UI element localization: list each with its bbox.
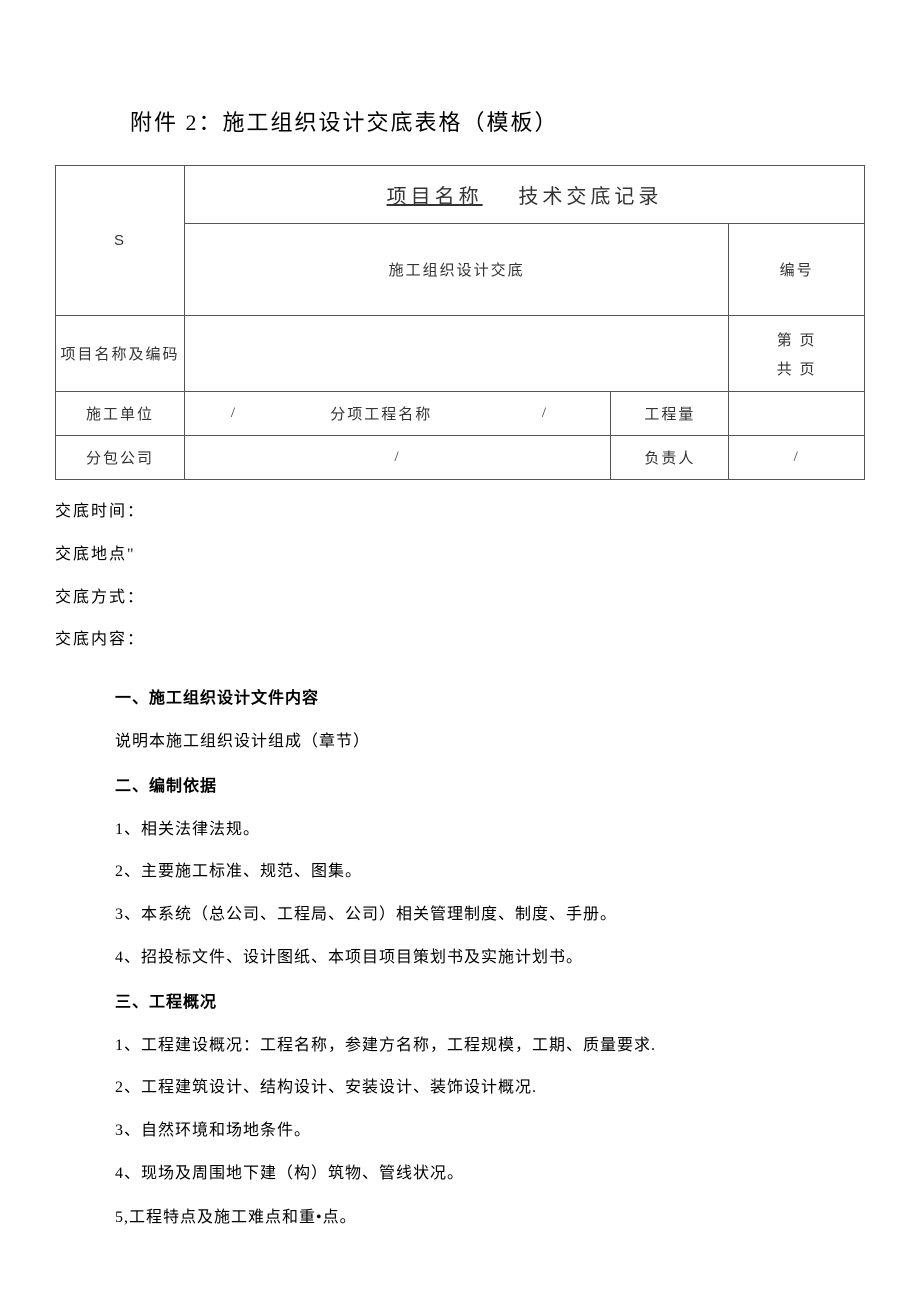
- section-heading: 三、工程概况: [115, 989, 865, 1018]
- construction-unit-label: 施工单位: [56, 392, 185, 436]
- page-current-label: 第 页: [731, 329, 862, 350]
- body-section: 一、施工组织设计文件内容说明本施工组织设计组成（章节） 二、编制依据 1、相关法律法…: [55, 685, 865, 1189]
- section-paragraph: 1、工程建设概况：工程名称，参建方名称，工程规模，工期、质量要求.: [115, 1032, 865, 1061]
- form-table: S 项目名称 技术交底记录 施工组织设计交底 编号 项目名称及编码 第 页 共 …: [55, 165, 865, 480]
- disclosure-body: 交底内容：: [55, 622, 865, 659]
- owner-label: 负责人: [611, 436, 729, 480]
- disclosure-mode: 交底方式：: [55, 580, 865, 617]
- section-paragraph: 3、本系统（总公司、工程局、公司）相关管理制度、制度、手册。: [115, 901, 865, 930]
- disclosure-time: 交底时间：: [55, 494, 865, 531]
- quantity-label: 工程量: [611, 392, 729, 436]
- content-lines: 交底时间： 交底地点" 交底方式： 交底内容：: [55, 494, 865, 659]
- serial-label: 编号: [729, 224, 865, 316]
- header-cell: 项目名称 技术交底记录: [184, 166, 864, 224]
- section-paragraph: 说明本施工组织设计组成（章节）: [115, 728, 865, 757]
- section-paragraph: 3、自然环境和场地条件。: [115, 1117, 865, 1146]
- subtitle-cell: 施工组织设计交底: [184, 224, 728, 316]
- section-heading: 二、编制依据: [115, 773, 865, 802]
- page-info: 第 页 共 页: [729, 316, 865, 392]
- quantity-value: [729, 392, 865, 436]
- section-paragraph: 2、工程建筑设计、结构设计、安装设计、装饰设计概况.: [115, 1074, 865, 1103]
- record-label: 技术交底记录: [518, 186, 662, 208]
- subcontractor-label: 分包公司: [56, 436, 185, 480]
- construction-unit-slash2: /: [480, 392, 611, 436]
- section-heading: 一、施工组织设计文件内容: [115, 685, 865, 714]
- subproject-label: 分项工程名称: [283, 392, 480, 436]
- disclosure-place: 交底地点": [55, 537, 865, 574]
- subcontractor-value: /: [184, 436, 610, 480]
- section-paragraph: 4、招投标文件、设计图纸、本项目项目策划书及实施计划书。: [115, 944, 865, 973]
- section-paragraph: 1、相关法律法规。: [115, 816, 865, 845]
- owner-value: /: [729, 436, 865, 480]
- logo-icon: S: [56, 166, 185, 316]
- project-code-label: 项目名称及编码: [56, 316, 185, 392]
- after-note: 5,工程特点及施工难点和重•点。: [55, 1203, 865, 1227]
- page-total-label: 共 页: [731, 358, 862, 379]
- project-code-value: [184, 316, 728, 392]
- section-paragraph: 4、现场及周围地下建（构）筑物、管线状况。: [115, 1160, 865, 1189]
- document-title: 附件 2：施工组织设计交底表格（模板）: [130, 105, 865, 137]
- project-name-label: 项目名称: [387, 186, 483, 208]
- section-paragraph: 2、主要施工标准、规范、图集。: [115, 858, 865, 887]
- construction-unit-slash1: /: [184, 392, 282, 436]
